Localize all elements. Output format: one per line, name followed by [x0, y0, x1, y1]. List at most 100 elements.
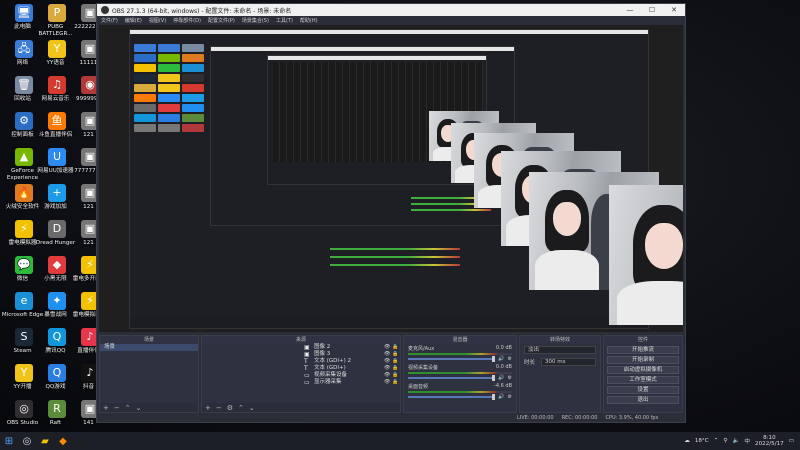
volume-meter — [408, 372, 512, 374]
volume-slider-knob[interactable] — [492, 394, 496, 400]
app-icon: + — [48, 184, 66, 202]
app-icon: Q — [48, 328, 66, 346]
menu-item[interactable]: 视图(V) — [149, 17, 166, 24]
weather-icon[interactable]: ☁ — [684, 438, 690, 444]
add-icon[interactable]: + — [103, 404, 109, 412]
app-icon: ◎ — [15, 400, 33, 418]
obs-menubar: 文件(F) 编辑(E) 视图(V) 停靠部件(D) 配置文件(P) 场景集合(S) 工具(T… — [97, 16, 685, 24]
transition-type-select[interactable]: 淡出 — [524, 346, 596, 354]
add-icon[interactable]: + — [205, 404, 211, 412]
speaker-icon[interactable]: 🔊 — [498, 356, 504, 362]
mixer-list: 麦克风/Aux 0.0 dB 🔊 ⚙ 视频采集设备 0.0 dB 🔊 ⚙ 桌面音频 -4.6 dB… — [404, 344, 516, 401]
eye-icon[interactable]: 👁 — [384, 365, 392, 372]
clock[interactable]: 8:10 2022/5/17 — [755, 435, 784, 448]
menu-item[interactable]: 停靠部件(D) — [173, 17, 201, 24]
chevron-up-icon[interactable]: ⌃ — [714, 438, 719, 444]
eye-icon[interactable]: 👁 — [384, 344, 392, 351]
gear-icon[interactable]: ⚙ — [508, 394, 512, 400]
volume-fader-row: 🔊 ⚙ — [408, 356, 512, 362]
volume-slider[interactable] — [408, 375, 496, 381]
folder-taskbar-icon[interactable]: ▰ — [36, 432, 54, 450]
chevron-down-icon[interactable]: ⌄ — [249, 404, 255, 412]
control-button[interactable]: 工作室模式 — [607, 376, 679, 384]
obs-taskbar-icon[interactable]: ◎ — [18, 432, 36, 450]
source-name: 显示器采集 — [314, 379, 342, 385]
menu-item[interactable]: 帮助(H) — [300, 17, 318, 24]
obs-statusbar: LIVE: 00:00:00 REC: 00:00:00 CPU: 3.9%, … — [97, 413, 685, 422]
remove-icon[interactable]: − — [216, 404, 222, 412]
transition-type-row: 淡出 — [520, 344, 600, 356]
minimize-button[interactable]: — — [619, 6, 641, 14]
app-taskbar-icon[interactable]: ◆ — [54, 432, 72, 450]
source-item[interactable]: ▣ 图像 3 👁 🔒 — [300, 351, 400, 358]
gear-icon[interactable]: ⚙ — [508, 356, 512, 362]
volume-icon[interactable]: 🔈 — [732, 438, 739, 444]
nested-taskbar — [130, 318, 648, 328]
lock-icon[interactable]: 🔒 — [392, 358, 400, 365]
gear-icon[interactable]: ⚙ — [227, 404, 233, 412]
lock-icon[interactable]: 🔒 — [392, 351, 400, 358]
volume-slider-knob[interactable] — [492, 375, 496, 381]
lock-icon[interactable]: 🔒 — [392, 379, 400, 386]
chevron-up-icon[interactable]: ⌃ — [238, 404, 244, 412]
duration-input[interactable]: 300 ms — [541, 358, 596, 366]
menu-item[interactable]: 配置文件(P) — [208, 17, 235, 24]
app-icon: ◆ — [48, 256, 66, 274]
control-button[interactable]: 设置 — [607, 386, 679, 394]
weather-temp[interactable]: 18°C — [695, 438, 709, 444]
lock-icon[interactable]: 🔒 — [392, 365, 400, 372]
cpu-status: CPU: 3.9%, 40.00 fps — [605, 414, 659, 421]
obs-app-icon — [101, 6, 109, 14]
source-type-icon: ▣ — [304, 351, 310, 358]
control-button[interactable]: 启动虚拟摄像机 — [607, 366, 679, 374]
chevron-down-icon[interactable]: ⌄ — [136, 404, 142, 412]
source-item[interactable]: T 文本 (GDI+) 2 👁 🔒 — [300, 358, 400, 365]
lock-icon[interactable]: 🔒 — [392, 372, 400, 379]
source-item[interactable]: ▭ 显示器采集 👁 🔒 — [300, 379, 400, 386]
control-button[interactable]: 开始推流 — [607, 346, 679, 354]
notification-icon[interactable]: ▭ — [789, 438, 794, 444]
obs-preview[interactable] — [99, 25, 683, 332]
app-icon: R — [48, 400, 66, 418]
maximize-button[interactable]: ☐ — [641, 6, 663, 14]
chevron-up-icon[interactable]: ⌃ — [125, 404, 131, 412]
scene-item[interactable]: 场景 — [100, 344, 198, 351]
gear-icon[interactable]: ⚙ — [508, 375, 512, 381]
menu-item[interactable]: 场景集合(S) — [242, 17, 269, 24]
lock-icon[interactable]: 🔒 — [392, 344, 400, 351]
eye-icon[interactable]: 👁 — [384, 379, 392, 386]
app-icon: 🖥 — [15, 4, 33, 22]
source-item[interactable]: T 文本 (GDI+) 👁 🔒 — [300, 365, 400, 372]
mixer-channel: 桌面音频 -4.6 dB 🔊 ⚙ — [404, 382, 516, 401]
app-icon: D — [48, 220, 66, 238]
obs-titlebar[interactable]: OBS 27.1.3 (64-bit, windows) - 配置文件: 未命名… — [97, 4, 685, 16]
source-type-icon: T — [304, 365, 308, 372]
ime-indicator[interactable]: 中 — [744, 437, 750, 445]
network-icon[interactable]: ⚲ — [723, 438, 727, 444]
obs-window[interactable]: OBS 27.1.3 (64-bit, windows) - 配置文件: 未命名… — [96, 3, 686, 423]
control-button[interactable]: 退出 — [607, 396, 679, 404]
menu-item[interactable]: 工具(T) — [276, 17, 293, 24]
duration-label: 时长 — [524, 360, 536, 366]
mini-icon — [158, 84, 180, 92]
menu-item[interactable]: 文件(F) — [101, 17, 118, 24]
close-button[interactable]: ✕ — [663, 6, 685, 14]
source-item[interactable]: ▣ 图像 2 👁 🔒 — [300, 344, 400, 351]
volume-slider-knob[interactable] — [492, 356, 496, 362]
remove-icon[interactable]: − — [114, 404, 120, 412]
speaker-icon[interactable]: 🔊 — [498, 375, 504, 381]
scene-list: 场景 — [100, 344, 198, 351]
source-item[interactable]: ▭ 视频采集设备 👁 🔒 — [300, 372, 400, 379]
volume-slider[interactable] — [408, 394, 496, 400]
menu-item[interactable]: 编辑(E) — [125, 17, 142, 24]
eye-icon[interactable]: 👁 — [384, 351, 392, 358]
source-type-icon: ▭ — [304, 372, 310, 379]
control-button[interactable]: 开始录制 — [607, 356, 679, 364]
speaker-icon[interactable]: 🔊 — [498, 394, 504, 400]
eye-icon[interactable]: 👁 — [384, 358, 392, 365]
mini-icon — [158, 64, 180, 72]
volume-slider[interactable] — [408, 356, 496, 362]
mini-icon — [158, 74, 180, 82]
windows-start-icon[interactable]: ⊞ — [0, 432, 18, 450]
eye-icon[interactable]: 👁 — [384, 372, 392, 379]
